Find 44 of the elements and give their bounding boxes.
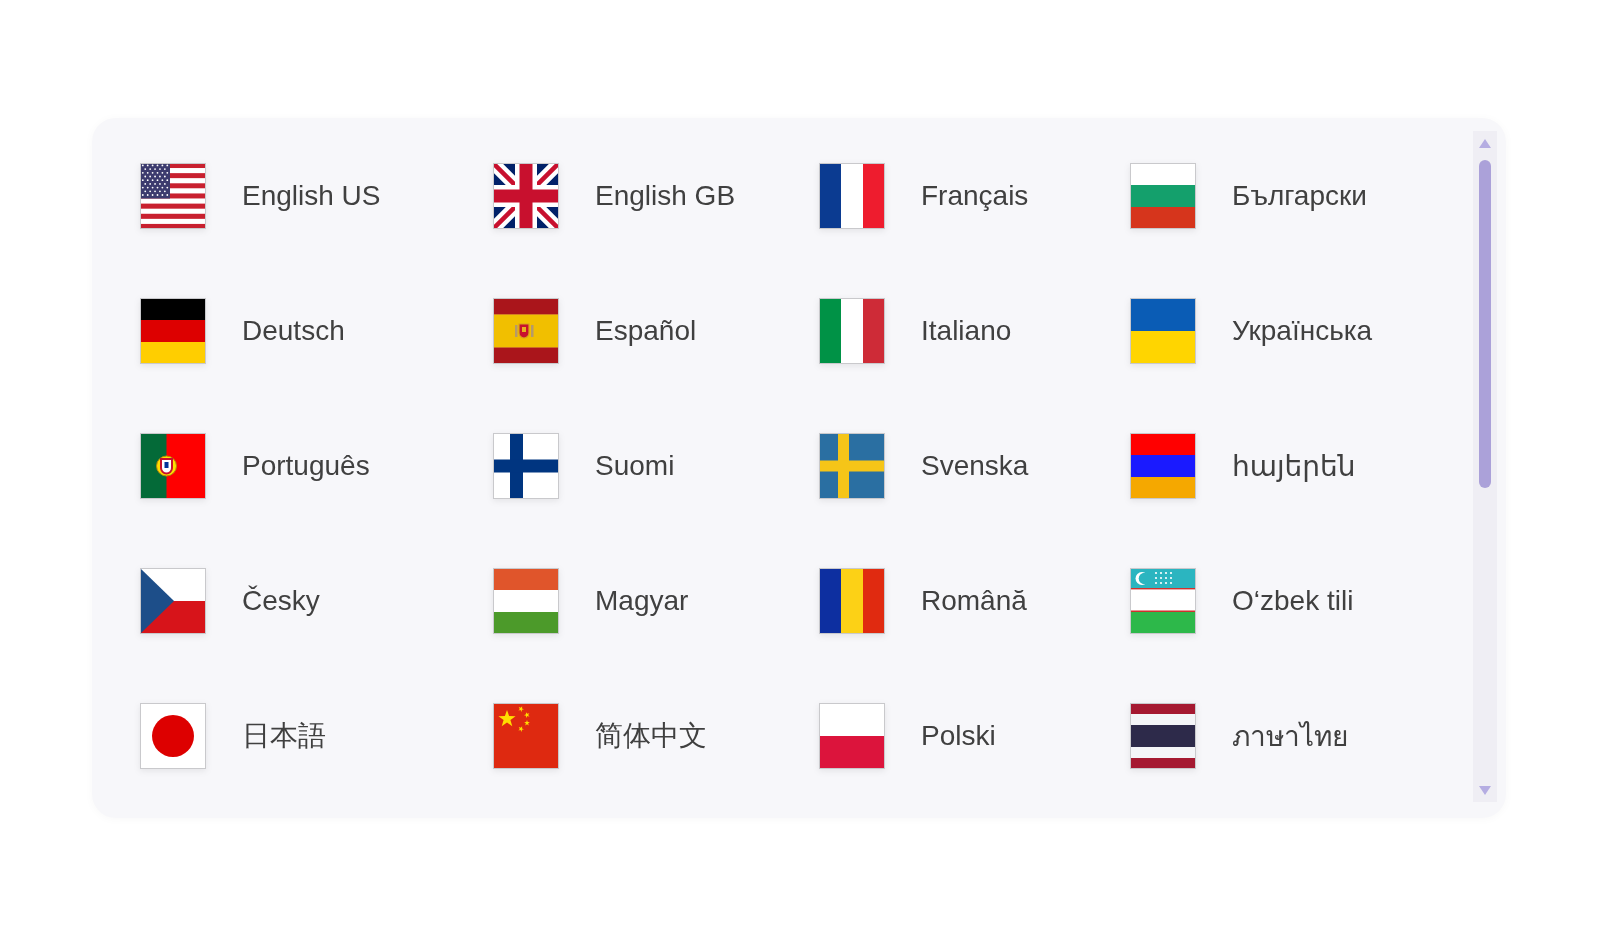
language-option[interactable]: Suomi <box>493 433 675 499</box>
thailand-flag-icon <box>1130 703 1196 769</box>
language-option[interactable]: English GB <box>493 163 736 229</box>
armenia-flag-icon <box>1130 433 1196 499</box>
germany-flag-icon <box>140 298 206 364</box>
language-option[interactable]: Português <box>140 433 370 499</box>
language-option[interactable]: Polski <box>819 703 996 769</box>
language-option[interactable]: Magyar <box>493 568 689 634</box>
language-option[interactable]: Español <box>493 298 697 364</box>
language-option[interactable]: 简体中文 <box>493 703 707 769</box>
france-flag-icon <box>819 163 885 229</box>
scrollbar[interactable] <box>1473 131 1497 802</box>
language-option[interactable]: Italiano <box>819 298 1012 364</box>
language-option[interactable]: Deutsch <box>140 298 345 364</box>
scrollbar-thumb[interactable] <box>1479 160 1491 488</box>
czech-flag-icon <box>140 568 206 634</box>
japan-flag-icon <box>140 703 206 769</box>
italy-flag-icon <box>819 298 885 364</box>
scroll-down-arrow-icon[interactable] <box>1479 786 1491 795</box>
usa-flag-icon <box>140 163 206 229</box>
romania-flag-icon <box>819 568 885 634</box>
poland-flag-icon <box>819 703 885 769</box>
language-option[interactable]: English US <box>140 163 381 229</box>
uk-flag-icon <box>493 163 559 229</box>
language-option[interactable]: 日本語 <box>140 703 326 769</box>
language-option[interactable]: Français <box>819 163 1029 229</box>
language-option[interactable]: ภาษาไทย <box>1130 703 1348 769</box>
uzbekistan-flag-icon <box>1130 568 1196 634</box>
language-option[interactable]: Română <box>819 568 1027 634</box>
hungary-flag-icon <box>493 568 559 634</box>
portugal-flag-icon <box>140 433 206 499</box>
finland-flag-icon <box>493 433 559 499</box>
ukraine-flag-icon <box>1130 298 1196 364</box>
sweden-flag-icon <box>819 433 885 499</box>
language-option[interactable]: Українська <box>1130 298 1373 364</box>
language-option[interactable]: Svenska <box>819 433 1029 499</box>
china-flag-icon <box>493 703 559 769</box>
scroll-up-arrow-icon[interactable] <box>1479 139 1491 148</box>
spain-flag-icon <box>493 298 559 364</box>
bulgaria-flag-icon <box>1130 163 1196 229</box>
language-option[interactable]: հայերեն <box>1130 433 1356 499</box>
language-option[interactable]: O‘zbek tili <box>1130 568 1354 634</box>
language-option[interactable]: Български <box>1130 163 1367 229</box>
language-option[interactable]: Česky <box>140 568 320 634</box>
